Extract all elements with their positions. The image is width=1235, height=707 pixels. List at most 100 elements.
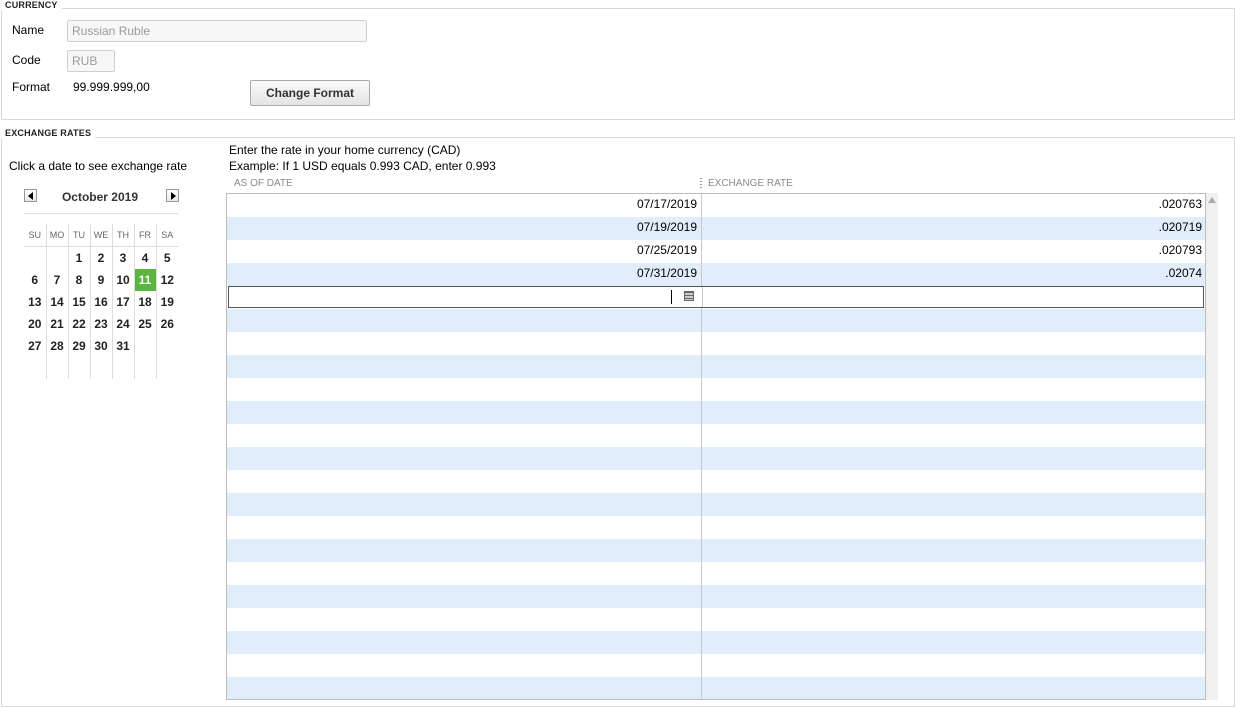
chevron-left-icon: [28, 192, 33, 200]
empty-table-row[interactable]: [227, 516, 1205, 539]
empty-table-row[interactable]: [227, 654, 1205, 677]
calendar-day[interactable]: 15: [68, 291, 91, 313]
calendar-icon[interactable]: [684, 291, 694, 301]
calendar-day[interactable]: 3: [112, 246, 135, 269]
calendar-empty-cell: [112, 357, 135, 379]
format-label: Format: [12, 80, 51, 94]
currency-code-field[interactable]: [67, 50, 115, 72]
exchange-rate-cell[interactable]: .020719: [701, 217, 1205, 240]
as-of-date-cell[interactable]: 07/25/2019: [227, 240, 701, 263]
calendar-grid: SU MO TU WE TH FR SA 1 2 3 4 5 6 7 8 9 10 11 12 13 14 15 16 17…: [24, 224, 178, 379]
calendar-prev-month-button[interactable]: [24, 189, 37, 202]
calendar-empty-cell: [46, 246, 69, 269]
calendar-day[interactable]: 23: [90, 313, 113, 335]
calendar-empty-cell: [46, 357, 69, 379]
calendar-month-label: October 2019: [61, 190, 139, 204]
calendar-divider: [24, 213, 178, 214]
weekday-header: TU: [68, 224, 91, 247]
calendar-day[interactable]: 22: [68, 313, 91, 335]
calendar-day[interactable]: 13: [24, 291, 47, 313]
calendar-day[interactable]: 19: [156, 291, 178, 313]
calendar-day[interactable]: 25: [134, 313, 157, 335]
change-format-button[interactable]: Change Format: [250, 80, 370, 106]
new-rate-entry-row[interactable]: [228, 286, 1204, 308]
exchange-rate-cell[interactable]: .020763: [701, 194, 1205, 217]
calendar-day[interactable]: 5: [156, 247, 178, 270]
column-resize-handle[interactable]: [700, 178, 702, 188]
currency-name-field[interactable]: [67, 20, 367, 42]
calendar-day[interactable]: 21: [46, 313, 69, 335]
calendar-day[interactable]: 4: [134, 246, 157, 269]
weekday-header: SA: [156, 224, 178, 247]
calendar-day[interactable]: 17: [112, 291, 135, 313]
calendar-day[interactable]: 7: [46, 269, 69, 291]
calendar-day[interactable]: 31: [112, 335, 135, 357]
calendar-empty-cell: [134, 335, 157, 357]
empty-table-row[interactable]: [227, 470, 1205, 493]
calendar-empty-cell: [24, 357, 47, 379]
calendar-next-month-button[interactable]: [166, 189, 179, 202]
column-divider: [702, 287, 703, 307]
calendar-empty-cell: [156, 357, 178, 379]
as-of-date-cell[interactable]: 07/19/2019: [227, 217, 701, 240]
empty-table-row[interactable]: [227, 493, 1205, 516]
calendar-day[interactable]: 12: [156, 269, 178, 291]
calendar-day[interactable]: 6: [24, 269, 47, 291]
empty-table-row[interactable]: [227, 677, 1205, 699]
calendar-day[interactable]: 27: [24, 335, 47, 357]
calendar-day[interactable]: 9: [90, 269, 113, 291]
column-header-exchange-rate[interactable]: EXCHANGE RATE: [708, 178, 793, 189]
calendar-day[interactable]: 18: [134, 291, 157, 313]
empty-table-row[interactable]: [227, 539, 1205, 562]
table-row[interactable]: 07/17/2019.020763: [227, 194, 1205, 217]
calendar-day[interactable]: 11: [134, 269, 157, 291]
calendar-day[interactable]: 26: [156, 313, 178, 335]
calendar-day[interactable]: 24: [112, 313, 135, 335]
column-header-as-of-date[interactable]: AS OF DATE: [234, 178, 293, 189]
table-row[interactable]: 07/31/2019.02074: [227, 263, 1205, 286]
empty-table-row[interactable]: [227, 562, 1205, 585]
as-of-date-cell[interactable]: 07/17/2019: [227, 194, 701, 217]
weekday-header: WE: [90, 224, 113, 247]
calendar-empty-cell: [156, 335, 178, 357]
empty-table-row[interactable]: [227, 401, 1205, 424]
weekday-header: FR: [134, 224, 157, 247]
calendar-day[interactable]: 1: [68, 246, 91, 269]
text-cursor: [671, 290, 672, 304]
empty-table-row[interactable]: [227, 309, 1205, 332]
calendar-day[interactable]: 16: [90, 291, 113, 313]
calendar-day[interactable]: 14: [46, 291, 69, 313]
empty-table-row[interactable]: [227, 378, 1205, 401]
exchange-rate-cell[interactable]: .02074: [701, 263, 1205, 286]
calendar-day[interactable]: 28: [46, 335, 69, 357]
empty-table-row[interactable]: [227, 332, 1205, 355]
table-row[interactable]: 07/25/2019.020793: [227, 240, 1205, 263]
exchange-rate-grid: 07/31/2019.02074 07/25/2019.020793 07/19/2…: [226, 193, 1206, 700]
empty-table-row[interactable]: [227, 608, 1205, 631]
calendar-day[interactable]: 2: [90, 246, 113, 269]
empty-table-row[interactable]: [227, 447, 1205, 470]
calendar-day[interactable]: 30: [90, 335, 113, 357]
instruction-line-2: Example: If 1 USD equals 0.993 CAD, ente…: [229, 159, 496, 173]
format-value: 99.999.999,00: [73, 80, 150, 94]
calendar-day[interactable]: 10: [112, 269, 135, 291]
scroll-up-arrow-icon[interactable]: [1208, 197, 1216, 203]
empty-table-row[interactable]: [227, 631, 1205, 654]
calendar-hint: Click a date to see exchange rate: [9, 159, 188, 173]
exchange-rate-cell[interactable]: .020793: [701, 240, 1205, 263]
chevron-right-icon: [171, 192, 176, 200]
table-row[interactable]: 07/19/2019.020719: [227, 217, 1205, 240]
calendar-day[interactable]: 8: [68, 269, 91, 291]
calendar-day[interactable]: 29: [68, 335, 91, 357]
exchange-rates-section-title: EXCHANGE RATES: [1, 128, 96, 138]
as-of-date-cell[interactable]: 07/31/2019: [227, 263, 701, 286]
calendar-day[interactable]: 20: [24, 313, 47, 335]
instruction-line-1: Enter the rate in your home currency (CA…: [229, 143, 461, 157]
currency-section-title: CURRENCY: [1, 0, 62, 10]
calendar-empty-cell: [24, 246, 47, 269]
empty-table-row[interactable]: [227, 355, 1205, 378]
name-label: Name: [12, 23, 45, 37]
empty-table-row[interactable]: [227, 424, 1205, 447]
grid-scrollbar[interactable]: [1206, 193, 1218, 700]
empty-table-row[interactable]: [227, 585, 1205, 608]
